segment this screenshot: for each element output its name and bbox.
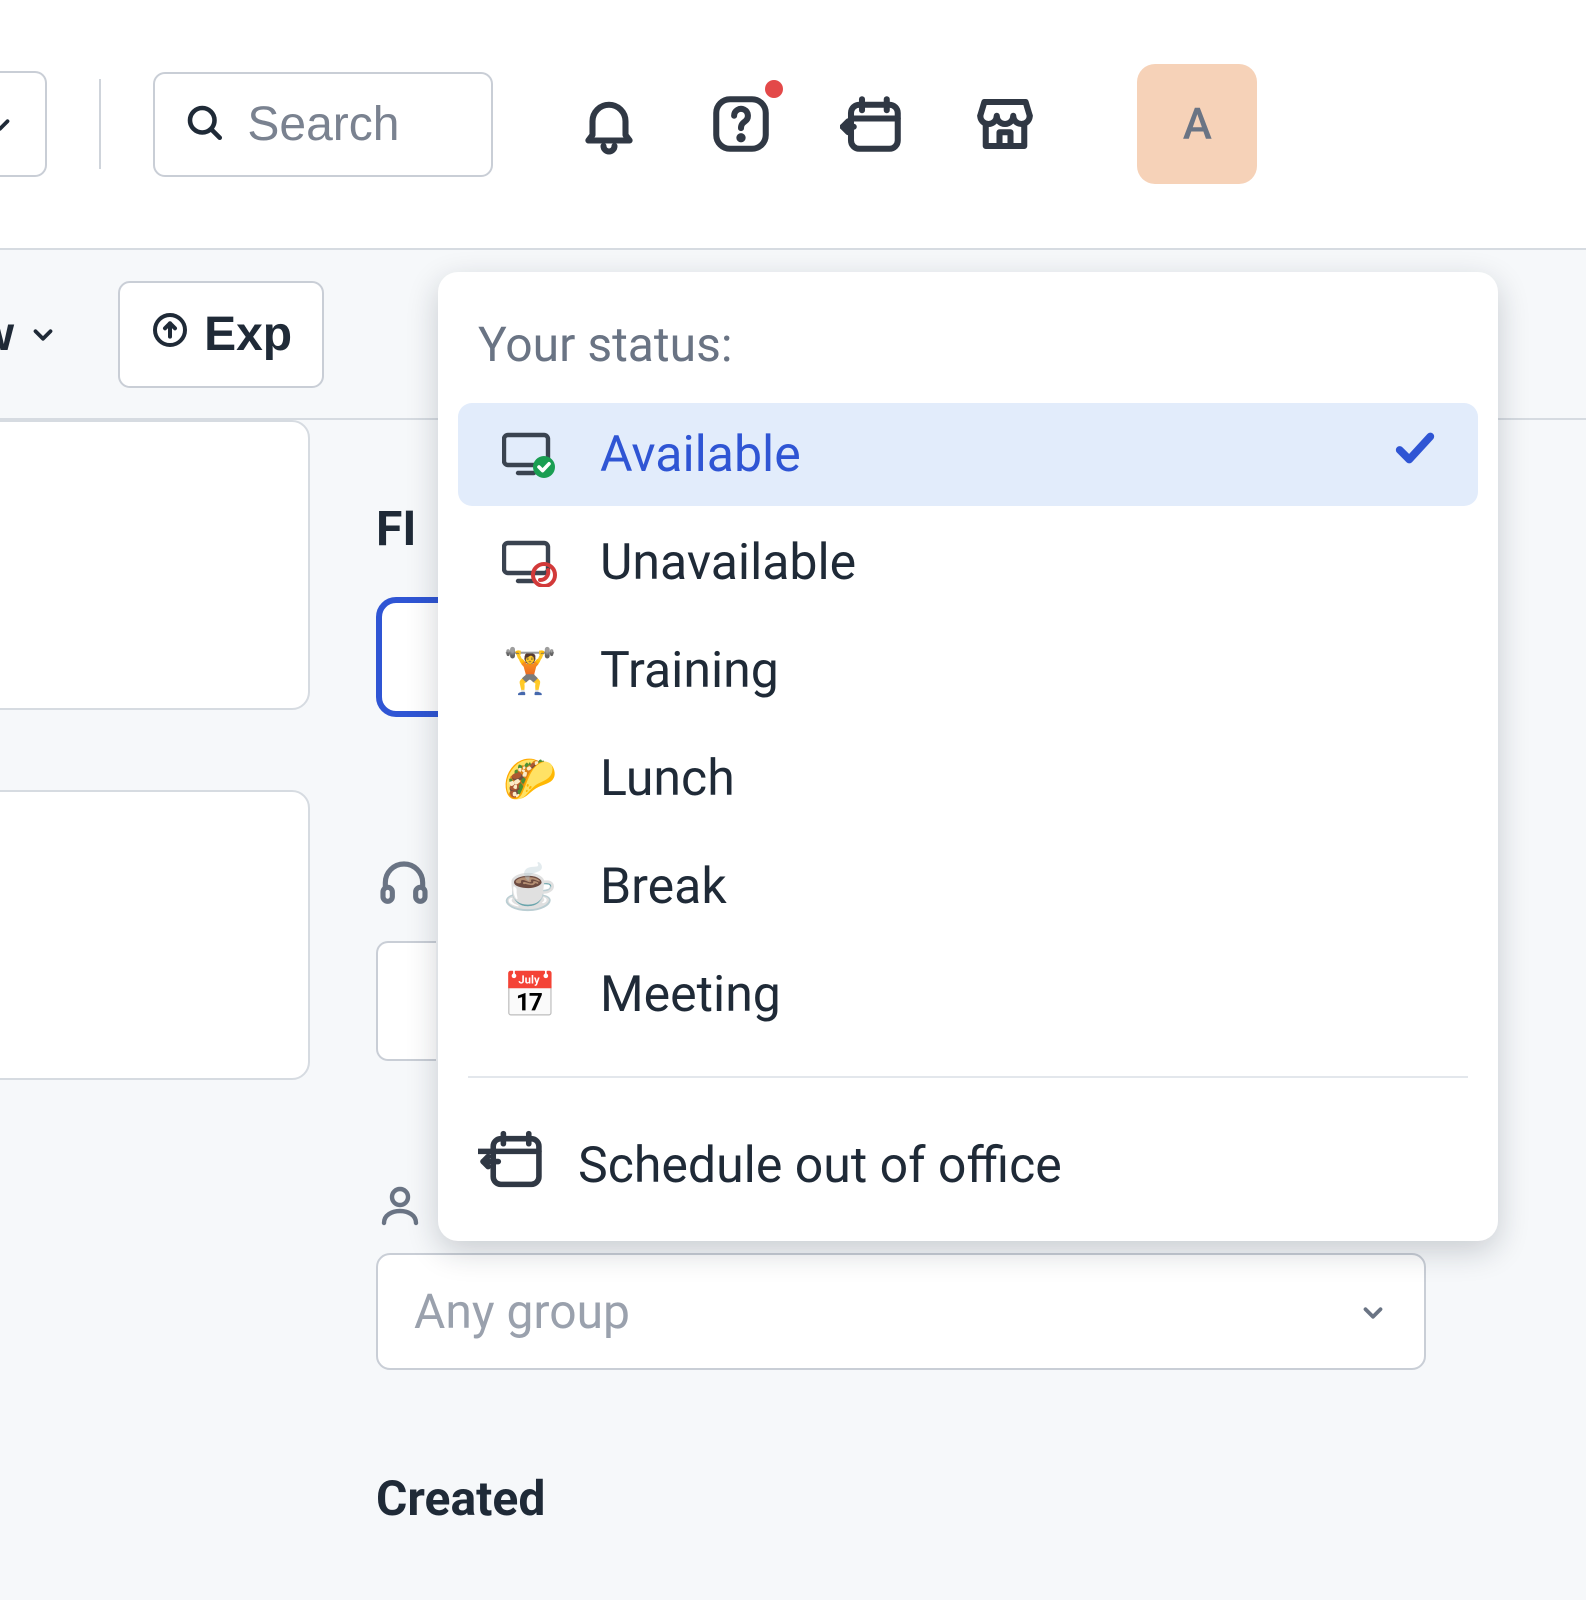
- status-item-unavailable[interactable]: Unavailable: [458, 512, 1478, 614]
- calendar-arrow-icon: [478, 1128, 544, 1203]
- sidebar-card[interactable]: [0, 790, 310, 1080]
- status-header: Your status:: [438, 296, 1498, 397]
- status-item-label: Available: [600, 426, 801, 484]
- search-box[interactable]: [153, 72, 493, 177]
- created-label: Created: [376, 1470, 1526, 1527]
- marketplace-icon[interactable]: [965, 84, 1045, 164]
- taco-icon: 🌮: [498, 753, 562, 805]
- new-button[interactable]: ew: [0, 71, 47, 177]
- status-item-available[interactable]: Available: [458, 403, 1478, 506]
- sidebar-card[interactable]: [0, 420, 310, 710]
- chevron-down-icon: [1358, 1283, 1388, 1340]
- monitor-available-icon: [498, 431, 562, 479]
- group-select-placeholder: Any group: [414, 1283, 630, 1340]
- status-item-label: Meeting: [600, 966, 781, 1024]
- status-item-meeting[interactable]: 📅 Meeting: [458, 944, 1478, 1046]
- status-item-break[interactable]: ☕ Break: [458, 836, 1478, 938]
- monitor-unavailable-icon: [498, 539, 562, 587]
- avatar[interactable]: A: [1137, 64, 1257, 184]
- schedule-out-of-office[interactable]: Schedule out of office: [438, 1108, 1498, 1213]
- status-item-lunch[interactable]: 🌮 Lunch: [458, 728, 1478, 830]
- export-button-label: Exp: [204, 307, 292, 362]
- divider: [99, 79, 101, 169]
- status-item-label: Unavailable: [600, 534, 856, 592]
- status-item-label: Break: [600, 858, 727, 916]
- status-popover: Your status: Available Unavailable 🏋️ Tr…: [438, 272, 1498, 1241]
- top-bar: ew A: [0, 0, 1586, 250]
- search-input[interactable]: [245, 96, 445, 153]
- notification-dot: [765, 80, 783, 98]
- calendar-icon[interactable]: [833, 84, 913, 164]
- partial-box[interactable]: [376, 941, 436, 1061]
- calendar-emoji-icon: 📅: [498, 969, 562, 1021]
- status-item-label: Training: [600, 642, 779, 700]
- status-item-training[interactable]: 🏋️ Training: [458, 620, 1478, 722]
- left-rail: [0, 420, 340, 1600]
- chevron-down-icon: [0, 97, 15, 151]
- export-button[interactable]: Exp: [118, 281, 324, 388]
- group-select[interactable]: Any group: [376, 1253, 1426, 1370]
- status-item-label: Lunch: [600, 750, 735, 808]
- coffee-icon: ☕: [498, 861, 562, 913]
- schedule-label: Schedule out of office: [578, 1137, 1062, 1195]
- view-dropdown[interactable]: view: [0, 283, 88, 386]
- view-dropdown-label: view: [0, 307, 14, 362]
- bell-icon[interactable]: [569, 84, 649, 164]
- help-icon[interactable]: [701, 84, 781, 164]
- search-icon: [183, 101, 225, 147]
- weightlifter-icon: 🏋️: [498, 645, 562, 697]
- avatar-letter: A: [1183, 98, 1212, 150]
- check-icon: [1392, 425, 1438, 484]
- divider: [468, 1076, 1468, 1078]
- top-icon-row: A: [569, 64, 1257, 184]
- chevron-down-icon: [28, 307, 58, 362]
- upload-icon: [150, 307, 190, 362]
